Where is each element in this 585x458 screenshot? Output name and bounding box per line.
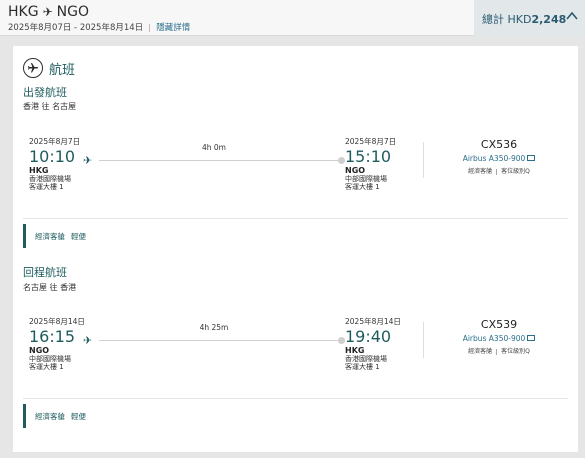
inbound-flight: 2025年8月14日 16:15 NGO 中部國際機場 客運大樓 1 4h 25… — [29, 316, 569, 386]
total-label: 總計 HKD — [482, 13, 532, 26]
destination-code: NGO — [56, 4, 89, 20]
plane-icon: ✈ — [42, 5, 53, 19]
arrival-code: NGO — [345, 166, 366, 175]
total-amount: 2,248 — [531, 13, 567, 26]
aircraft-type[interactable]: Airbus A350-900 — [463, 154, 526, 163]
arrival-airport: 香港國際機場 — [345, 355, 387, 363]
aircraft-link[interactable]: Airbus A350-900 — [429, 154, 569, 163]
origin-code: HKG — [8, 4, 39, 20]
inbound-title: 回程航班 — [23, 266, 67, 279]
departure-time: 16:15 — [29, 327, 76, 346]
arrival-date: 2025年8月7日 — [345, 137, 397, 146]
divider — [423, 322, 424, 358]
class-tag: 客位級別Q — [501, 348, 530, 355]
destination-dot — [338, 157, 345, 164]
outbound-flight: 2025年8月7日 10:10 HKG 香港國際機場 客運大樓 1 4h 0m … — [29, 136, 569, 206]
hide-details-link[interactable]: 隱藏詳情 — [156, 23, 190, 33]
aircraft-type[interactable]: Airbus A350-900 — [463, 334, 526, 343]
chevron-up-icon[interactable] — [565, 9, 579, 23]
divider — [496, 348, 498, 355]
screen-icon — [527, 335, 536, 341]
departure-date: 2025年8月7日 — [29, 137, 81, 146]
outbound-fare-family: 經濟客艙 輕便 — [23, 224, 86, 248]
divider — [23, 218, 568, 219]
outbound-route: 香港 往 名古屋 — [23, 102, 77, 111]
fare-type: 輕便 — [71, 412, 86, 421]
arrival-info: 2025年8月14日 19:40 HKG 香港國際機場 客運大樓 1 — [345, 316, 401, 371]
plane-icon: ✈ — [83, 334, 93, 347]
fare-cabin: 經濟客艙 — [35, 412, 65, 421]
class-tag: 客位級別Q — [501, 168, 530, 175]
flight-info: CX536 Airbus A350-900 經濟客艙 客位級別Q — [429, 136, 569, 175]
flight-track: ✈ — [83, 154, 345, 167]
total-price-toggle[interactable]: 總計 HKD2,248 — [474, 0, 585, 36]
trip-dates: 2025年8月07日 - 2025年8月14日 隱藏詳情 — [8, 21, 190, 33]
flight-number: CX539 — [480, 318, 518, 331]
arrival-airport: 中部國際機場 — [345, 175, 387, 183]
departure-date: 2025年8月14日 — [29, 317, 85, 326]
outbound-title: 出發航班 — [23, 86, 67, 99]
arrival-date: 2025年8月14日 — [345, 317, 401, 326]
track-line — [99, 160, 341, 161]
divider — [149, 23, 151, 32]
arrival-terminal: 客運大樓 1 — [345, 183, 380, 191]
fare-tags: 經濟客艙 客位級別Q — [429, 346, 569, 355]
fare-type: 輕便 — [71, 232, 86, 241]
arrival-info: 2025年8月7日 15:10 NGO 中部國際機場 客運大樓 1 — [345, 136, 396, 191]
trip-route: HKG ✈ NGO — [8, 4, 89, 20]
departure-info: 2025年8月7日 10:10 HKG 香港國際機場 客運大樓 1 — [29, 136, 80, 191]
departure-airport: 中部國際機場 — [29, 355, 71, 363]
inbound-route: 名古屋 往 香港 — [23, 283, 77, 292]
departure-code: NGO — [29, 346, 50, 355]
divider — [423, 142, 424, 178]
cabin-tag: 經濟客艙 — [468, 168, 493, 175]
flight-track: ✈ — [83, 334, 345, 347]
departure-terminal: 客運大樓 1 — [29, 363, 64, 371]
departure-time: 10:10 — [29, 147, 76, 166]
divider — [496, 168, 498, 175]
flight-duration: 4h 0m — [202, 143, 226, 152]
arrival-time: 19:40 — [345, 327, 392, 346]
track-line — [99, 340, 341, 341]
departure-airport: 香港國際機場 — [29, 175, 71, 183]
fare-cabin: 經濟客艙 — [35, 232, 65, 241]
arrival-code: HKG — [345, 346, 365, 355]
arrival-terminal: 客運大樓 1 — [345, 363, 380, 371]
arrival-time: 15:10 — [345, 147, 392, 166]
aircraft-link[interactable]: Airbus A350-900 — [429, 334, 569, 343]
plane-icon: ✈ — [83, 154, 93, 167]
departure-code: HKG — [29, 166, 49, 175]
flight-duration: 4h 25m — [199, 323, 229, 332]
section-title: 航班 — [49, 63, 76, 78]
flight-details-panel: 航班 出發航班 香港 往 名古屋 2025年8月7日 10:10 HKG 香港國… — [13, 46, 578, 452]
plane-circle-icon — [23, 58, 43, 78]
flight-number: CX536 — [480, 138, 518, 151]
total-price: 總計 HKD2,248 — [482, 11, 566, 27]
fare-tags: 經濟客艙 客位級別Q — [429, 166, 569, 175]
screen-icon — [527, 155, 536, 161]
flight-info: CX539 Airbus A350-900 經濟客艙 客位級別Q — [429, 316, 569, 355]
divider — [23, 398, 568, 399]
departure-info: 2025年8月14日 16:15 NGO 中部國際機場 客運大樓 1 — [29, 316, 85, 371]
booking-summary-bar: HKG ✈ NGO 2025年8月07日 - 2025年8月14日 隱藏詳情 總計 H… — [0, 0, 585, 36]
cabin-tag: 經濟客艙 — [468, 348, 493, 355]
destination-dot — [338, 337, 345, 344]
date-range: 2025年8月07日 - 2025年8月14日 — [8, 23, 144, 33]
departure-terminal: 客運大樓 1 — [29, 183, 64, 191]
inbound-fare-family: 經濟客艙 輕便 — [23, 404, 86, 428]
